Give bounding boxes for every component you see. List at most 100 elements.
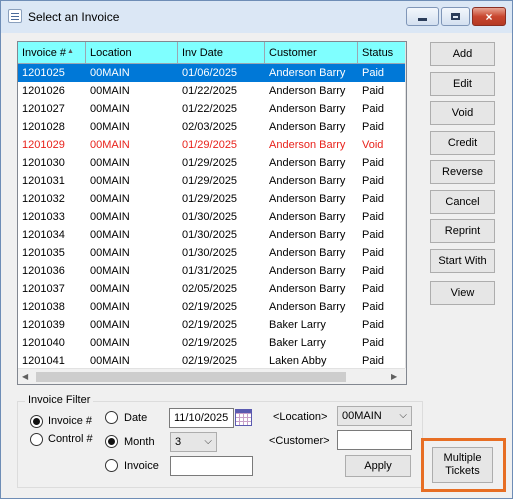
customer-cell: Anderson Barry [269,301,346,313]
table-row[interactable]: 1201032 00MAIN 01/29/2025 Anderson Barry Pai… [18,190,405,208]
inv-date-cell: 02/19/2025 [182,337,238,349]
table-row[interactable]: 1201039 00MAIN 02/19/2025 Baker Larry Paid [18,316,405,334]
status-cell: Paid [362,157,385,169]
invoice-number-cell: 1201036 [22,265,65,277]
horizontal-scroll-thumb[interactable] [36,372,346,382]
invoice-number-cell: 1201040 [22,337,65,349]
maximize-button[interactable] [441,7,470,26]
invoice-number-cell: 1201029 [22,139,65,151]
inv-date-cell: 01/29/2025 [182,139,238,151]
scroll-left-icon[interactable]: ◀ [22,372,28,381]
customer-cell: Anderson Barry [269,139,346,151]
column-header-status[interactable]: Status [358,42,405,64]
month-radio[interactable] [105,435,118,448]
status-cell: Paid [362,283,385,295]
inv-date-cell: 02/19/2025 [182,301,238,313]
location-select[interactable]: 00MAIN ⌵ [337,406,412,426]
inv-date-cell: 01/29/2025 [182,175,238,187]
location-cell: 00MAIN [90,229,130,241]
grid-header: Invoice #▲ Location Inv Date Customer St… [18,42,405,64]
table-row[interactable]: 1201038 00MAIN 02/19/2025 Anderson Barry Pai… [18,298,405,316]
calendar-icon[interactable] [235,409,252,426]
vertical-scrollbar[interactable]: ▲ ▼ [405,42,406,368]
table-row[interactable]: 1201036 00MAIN 01/31/2025 Anderson Barry Pai… [18,262,405,280]
invoice-number-radio[interactable] [30,415,43,428]
invoice-grid[interactable]: Invoice #▲ Location Inv Date Customer St… [17,41,407,385]
table-row[interactable]: 1201035 00MAIN 01/30/2025 Anderson Barry Pai… [18,244,405,262]
location-cell: 00MAIN [90,211,130,223]
column-header-invoice[interactable]: Invoice #▲ [18,42,86,64]
month-select[interactable]: 3 ⌵ [170,432,217,452]
table-row[interactable]: 1201033 00MAIN 01/30/2025 Anderson Barry Pai… [18,208,405,226]
inv-date-cell: 01/30/2025 [182,211,238,223]
invoice-number-cell: 1201031 [22,175,65,187]
table-row[interactable]: 1201027 00MAIN 01/22/2025 Anderson Barry Pai… [18,100,405,118]
inv-date-cell: 01/22/2025 [182,85,238,97]
invoice-radio[interactable] [105,459,118,472]
invoice-field[interactable] [170,456,253,476]
table-row[interactable]: 1201025 00MAIN 01/06/2025 Anderson Barry Pai… [18,64,405,82]
table-row[interactable]: 1201031 00MAIN 01/29/2025 Anderson Barry Pai… [18,172,405,190]
customer-cell: Baker Larry [269,319,326,331]
location-cell: 00MAIN [90,103,130,115]
customer-cell: Anderson Barry [269,247,346,259]
minimize-button[interactable] [406,7,439,26]
inv-date-cell: 02/03/2025 [182,121,238,133]
status-cell: Paid [362,103,385,115]
start-with-button[interactable]: Start With [430,249,495,273]
credit-button[interactable]: Credit [430,131,495,155]
invoice-number-cell: 1201025 [22,67,65,79]
inv-date-cell: 01/22/2025 [182,103,238,115]
column-header-customer[interactable]: Customer [265,42,358,64]
status-cell: Paid [362,265,385,277]
location-label: <Location> [273,411,328,423]
table-row[interactable]: 1201029 00MAIN 01/29/2025 Anderson Barry Voi… [18,136,405,154]
status-cell: Paid [362,175,385,187]
grid-rows: 1201025 00MAIN 01/06/2025 Anderson Barry Pai… [18,64,405,370]
inv-date-cell: 01/31/2025 [182,265,238,277]
customer-cell: Anderson Barry [269,211,346,223]
location-cell: 00MAIN [90,67,130,79]
view-button[interactable]: View [430,281,495,305]
column-header-location[interactable]: Location [86,42,178,64]
date-radio[interactable] [105,411,118,424]
customer-field[interactable] [337,430,412,450]
invoice-number-cell: 1201037 [22,283,65,295]
control-number-radio[interactable] [30,433,43,446]
column-header-inv-date[interactable]: Inv Date [178,42,265,64]
status-cell: Void [362,139,384,151]
reverse-button[interactable]: Reverse [430,160,495,184]
add-button[interactable]: Add [430,42,495,66]
invoice-label: Invoice [124,460,159,472]
close-button[interactable]: × [472,7,506,26]
status-cell: Paid [362,211,385,223]
location-cell: 00MAIN [90,247,130,259]
customer-cell: Anderson Barry [269,229,346,241]
month-label: Month [124,436,155,448]
apply-button[interactable]: Apply [345,455,411,477]
table-row[interactable]: 1201028 00MAIN 02/03/2025 Anderson Barry Pai… [18,118,405,136]
table-row[interactable]: 1201026 00MAIN 01/22/2025 Anderson Barry Pai… [18,82,405,100]
location-cell: 00MAIN [90,157,130,169]
cancel-button[interactable]: Cancel [430,190,495,214]
multiple-tickets-button[interactable]: Multiple Tickets [432,447,493,483]
edit-button[interactable]: Edit [430,72,495,96]
table-row[interactable]: 1201030 00MAIN 01/29/2025 Anderson Barry Pai… [18,154,405,172]
table-row[interactable]: 1201034 00MAIN 01/30/2025 Anderson Barry Pai… [18,226,405,244]
invoice-number-cell: 1201030 [22,157,65,169]
status-cell: Paid [362,319,385,331]
customer-cell: Anderson Barry [269,265,346,277]
customer-cell: Anderson Barry [269,175,346,187]
scroll-right-icon[interactable]: ▶ [391,372,397,381]
table-row[interactable]: 1201040 00MAIN 02/19/2025 Baker Larry Paid [18,334,405,352]
customer-cell: Anderson Barry [269,103,346,115]
table-row[interactable]: 1201037 00MAIN 02/05/2025 Anderson Barry Pai… [18,280,405,298]
horizontal-scrollbar[interactable]: ◀ ▶ [18,368,405,384]
void-button[interactable]: Void [430,101,495,125]
status-cell: Paid [362,67,385,79]
title-bar: Select an Invoice × [1,1,512,33]
customer-cell: Anderson Barry [269,157,346,169]
reprint-button[interactable]: Reprint [430,219,495,243]
date-field[interactable]: 11/10/2025 [169,408,234,428]
status-cell: Paid [362,301,385,313]
